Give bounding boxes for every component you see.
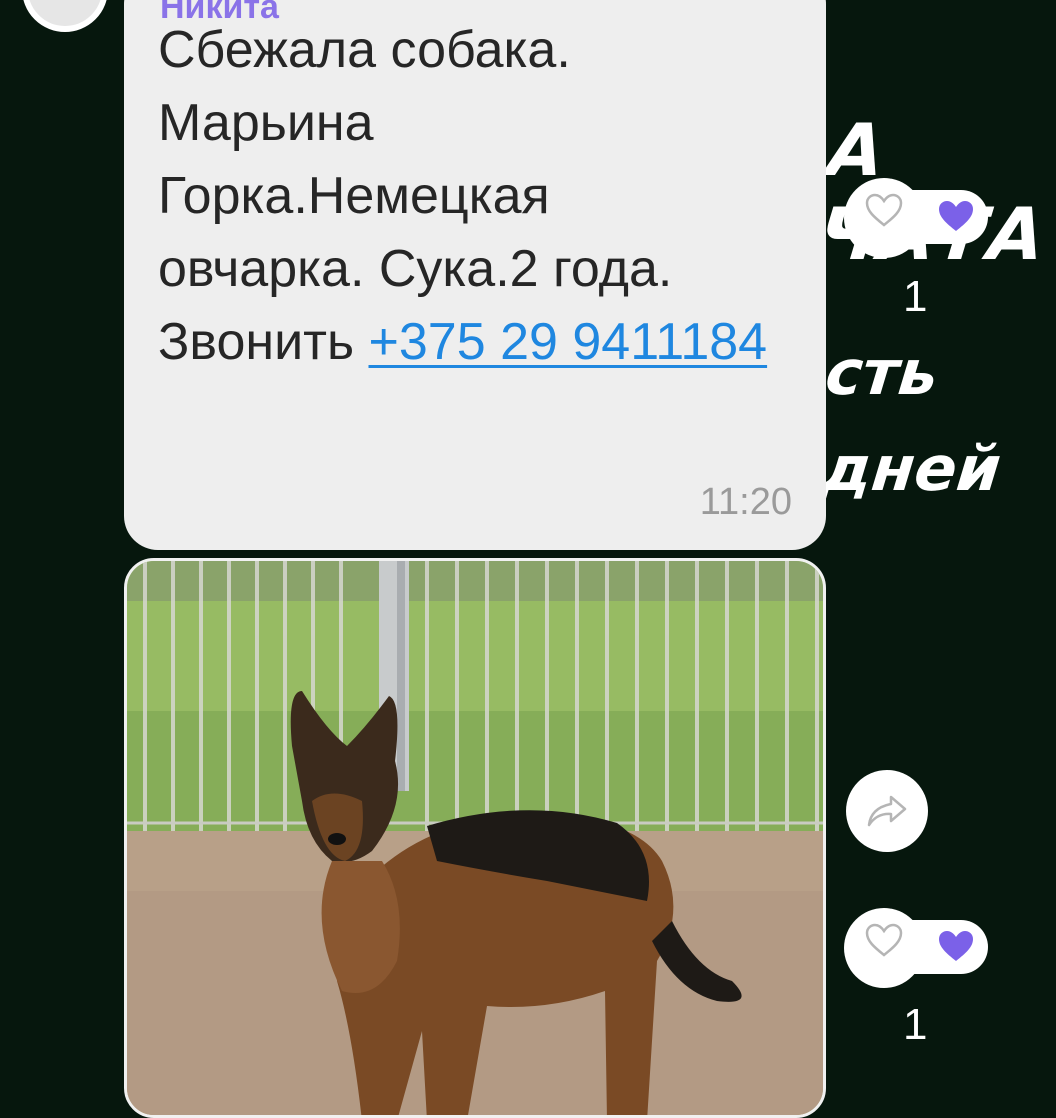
sender-avatar[interactable] [22, 0, 108, 32]
share-button[interactable] [846, 770, 928, 852]
message-line-3: Горка.Немецкая [158, 167, 550, 225]
message-line-2: Марьина [158, 94, 374, 152]
add-reaction-button[interactable] [844, 178, 924, 258]
reaction-pill[interactable] [844, 178, 988, 258]
background-text-3: дней [818, 432, 1005, 505]
message-bubble[interactable]: Никита Сбежала собака. Марьина Горка.Нем… [124, 0, 826, 550]
heart-outline-icon [865, 193, 903, 227]
call-label: Звонить [158, 313, 369, 371]
reaction-count: 1 [903, 272, 928, 321]
heart-filled-icon [939, 931, 973, 961]
reaction-count: 1 [903, 1000, 928, 1049]
dog-photo-image [127, 561, 823, 1115]
reaction-pill[interactable] [844, 908, 988, 988]
message-line-1: Сбежала собака. [158, 21, 571, 79]
add-reaction-button[interactable] [844, 908, 924, 988]
phone-link[interactable]: +375 29 9411184 [369, 313, 768, 371]
message-time: 11:20 [699, 481, 792, 523]
message-text: Сбежала собака. Марьина Горка.Немецкая о… [158, 14, 798, 379]
share-arrow-icon [867, 795, 907, 827]
background-text-2: сть [822, 336, 942, 409]
dog-photo[interactable] [124, 558, 826, 1118]
message-line-4: овчарка. Сука.2 года. [158, 240, 673, 298]
heart-outline-icon [865, 923, 903, 957]
heart-filled-icon [939, 201, 973, 231]
